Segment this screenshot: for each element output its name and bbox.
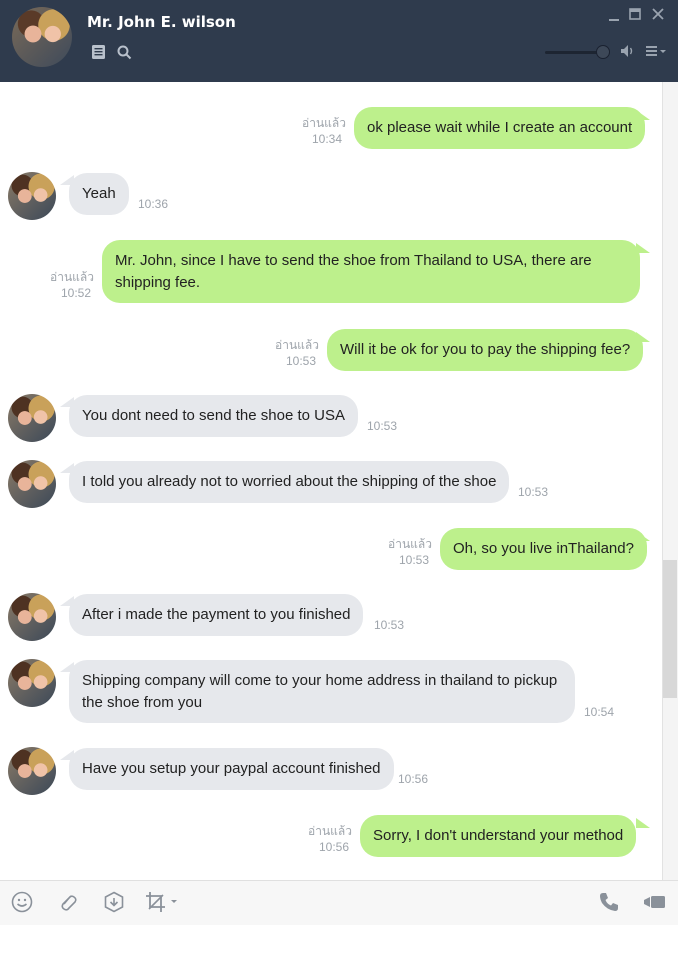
incoming-message[interactable]: I told you already not to worried about … xyxy=(69,461,510,503)
incoming-message[interactable]: Yeah xyxy=(69,173,129,215)
keep-icon[interactable] xyxy=(103,891,125,913)
message-input[interactable] xyxy=(0,925,678,954)
menu-icon[interactable] xyxy=(646,45,670,57)
bubble-tail xyxy=(636,531,650,541)
contact-avatar[interactable] xyxy=(8,460,56,508)
contact-avatar[interactable] xyxy=(8,394,56,442)
bubble-tail xyxy=(636,110,650,120)
attach-icon[interactable] xyxy=(57,891,79,913)
incoming-message[interactable]: After i made the payment to you finished xyxy=(69,594,364,636)
read-receipt: อ่านแล้ว xyxy=(388,537,432,551)
outgoing-message[interactable]: Oh, so you live inThailand? xyxy=(440,528,647,570)
contact-avatar[interactable] xyxy=(8,593,56,641)
read-receipt: อ่านแล้ว xyxy=(275,338,319,352)
message-time: 10:53 xyxy=(518,485,549,499)
message-time: 10:53 xyxy=(367,419,398,433)
message-time: 10:56 xyxy=(398,772,429,786)
minimize-icon[interactable] xyxy=(608,10,620,22)
volume-icon[interactable] xyxy=(620,44,636,58)
contact-avatar[interactable] xyxy=(8,172,56,220)
message-time: 10:56 xyxy=(319,840,350,854)
contact-avatar[interactable] xyxy=(12,7,72,67)
contact-avatar[interactable] xyxy=(8,747,56,795)
video-call-icon[interactable] xyxy=(642,891,668,913)
chat-scrollbar[interactable] xyxy=(662,82,678,880)
message-toolbar xyxy=(0,880,678,926)
contact-avatar[interactable] xyxy=(8,659,56,707)
chat-header: Mr. John E. wilson xyxy=(0,0,678,82)
message-time: 10:52 xyxy=(61,286,92,300)
outgoing-message[interactable]: Mr. John, since I have to send the shoe … xyxy=(102,240,640,303)
close-icon[interactable] xyxy=(652,8,664,20)
incoming-message[interactable]: Have you setup your paypal account finis… xyxy=(69,748,394,790)
bubble-tail xyxy=(636,332,650,342)
search-icon[interactable] xyxy=(117,45,132,60)
outgoing-message[interactable]: ok please wait while I create an account xyxy=(354,107,646,149)
notes-icon[interactable] xyxy=(91,44,106,60)
read-receipt: อ่านแล้ว xyxy=(50,270,94,284)
incoming-message[interactable]: Shipping company will come to your home … xyxy=(69,660,575,723)
read-receipt: อ่านแล้ว xyxy=(308,824,352,838)
read-receipt: อ่านแล้ว xyxy=(302,116,346,130)
screenshot-icon[interactable] xyxy=(145,891,181,913)
call-icon[interactable] xyxy=(598,891,620,913)
message-time: 10:34 xyxy=(312,132,343,146)
emoji-icon[interactable] xyxy=(11,891,33,913)
outgoing-message[interactable]: Will it be ok for you to pay the shippin… xyxy=(327,329,644,371)
bubble-tail xyxy=(636,243,650,253)
bubble-tail xyxy=(636,818,650,828)
incoming-message[interactable]: You dont need to send the shoe to USA xyxy=(69,395,358,437)
message-time: 10:36 xyxy=(138,197,169,211)
message-time: 10:53 xyxy=(286,354,317,368)
outgoing-message[interactable]: Sorry, I don't understand your method xyxy=(360,815,637,857)
volume-slider-knob[interactable] xyxy=(596,45,610,59)
message-time: 10:53 xyxy=(374,618,405,632)
message-time: 10:53 xyxy=(399,553,430,567)
chat-scrollbar-thumb[interactable] xyxy=(663,560,677,698)
contact-name[interactable]: Mr. John E. wilson xyxy=(87,13,236,31)
message-time: 10:54 xyxy=(584,705,615,719)
maximize-icon[interactable] xyxy=(629,8,641,20)
